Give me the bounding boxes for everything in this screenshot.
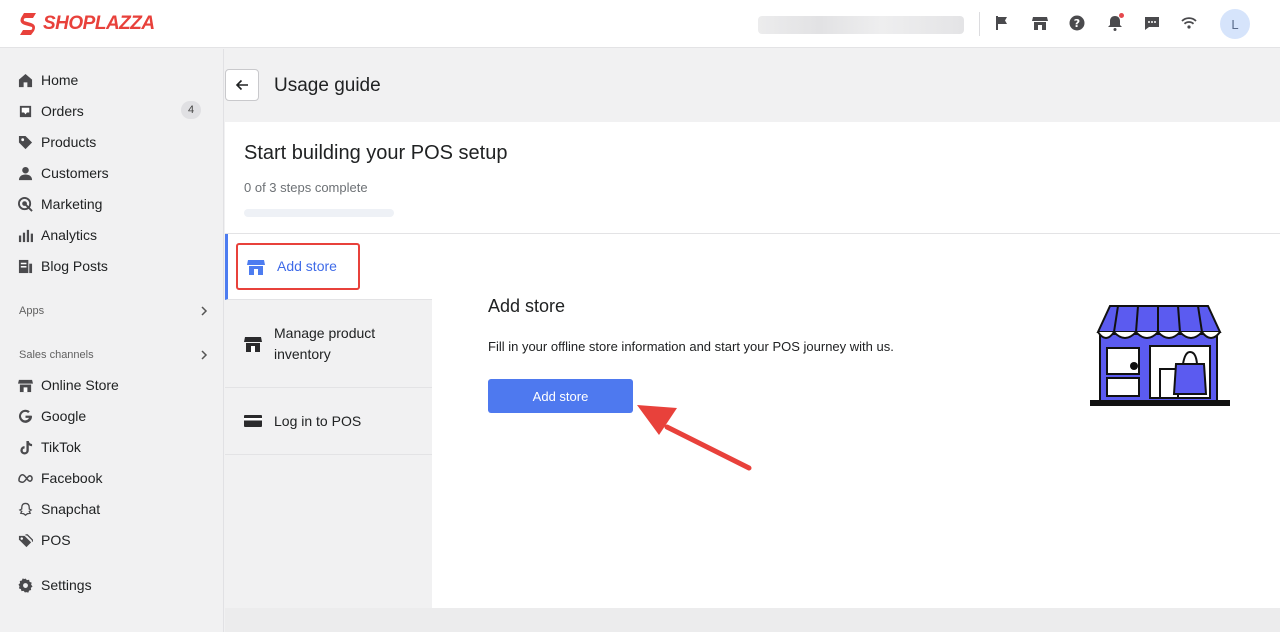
tiktok-icon bbox=[17, 439, 33, 455]
sales-channels-section-label: Sales channels bbox=[19, 349, 94, 361]
bar-chart-icon bbox=[17, 227, 33, 243]
sidebar-item-label: Home bbox=[41, 72, 79, 88]
steps-panel: Add store Manage product inventory Log i… bbox=[225, 234, 432, 608]
page-title: Usage guide bbox=[274, 75, 381, 96]
sales-channels-section[interactable]: Sales channels bbox=[19, 345, 209, 365]
card-icon bbox=[243, 411, 263, 431]
step-log-in-to-pos[interactable]: Log in to POS bbox=[225, 388, 432, 455]
page-header: Usage guide bbox=[225, 49, 1280, 122]
sidebar-item-google[interactable]: Google bbox=[8, 402, 216, 430]
sidebar-item-online-store[interactable]: Online Store bbox=[8, 371, 216, 399]
apps-section[interactable]: Apps bbox=[19, 301, 209, 321]
sidebar-item-label: Online Store bbox=[41, 377, 119, 393]
chevron-right-icon bbox=[201, 306, 208, 316]
sidebar-item-label: Orders bbox=[41, 103, 84, 119]
sidebar-item-label: POS bbox=[41, 532, 71, 548]
document-icon bbox=[17, 258, 33, 274]
shoplazza-logo-mark-icon bbox=[20, 13, 36, 35]
sidebar-item-label: Marketing bbox=[41, 196, 103, 212]
help-icon[interactable]: ? bbox=[1067, 13, 1087, 33]
storefront-icon bbox=[17, 377, 33, 393]
annotation-highlight-box bbox=[236, 243, 360, 290]
sidebar-item-label: Customers bbox=[41, 165, 109, 181]
tags-icon bbox=[17, 532, 33, 548]
chat-icon[interactable] bbox=[1142, 13, 1162, 33]
sidebar-item-products[interactable]: Products bbox=[8, 128, 216, 156]
sidebar-item-label: Settings bbox=[41, 577, 92, 593]
tag-icon bbox=[17, 134, 33, 150]
topbar-divider bbox=[979, 12, 980, 36]
sidebar-item-label: Google bbox=[41, 408, 87, 424]
home-icon bbox=[17, 72, 33, 88]
bell-icon[interactable] bbox=[1105, 13, 1125, 33]
inbox-icon bbox=[17, 103, 33, 119]
back-button[interactable] bbox=[225, 69, 259, 101]
sidebar-item-snapchat[interactable]: Snapchat bbox=[8, 495, 216, 523]
blurred-store-name bbox=[758, 16, 964, 34]
annotation-arrow bbox=[637, 405, 752, 471]
chevron-right-icon bbox=[201, 350, 208, 360]
sidebar-item-label: Analytics bbox=[41, 227, 98, 243]
ghost-icon bbox=[17, 501, 33, 517]
sidebar-item-label: TikTok bbox=[41, 439, 81, 455]
sidebar-item-label: Blog Posts bbox=[41, 258, 108, 274]
sidebar-item-orders[interactable]: Orders 4 bbox=[8, 97, 216, 125]
step-manage-product-inventory[interactable]: Manage product inventory bbox=[225, 300, 432, 388]
avatar[interactable]: L bbox=[1220, 9, 1250, 39]
step-detail-title: Add store bbox=[488, 296, 566, 316]
wifi-icon[interactable] bbox=[1179, 13, 1199, 33]
sidebar-item-settings[interactable]: Settings bbox=[8, 571, 216, 599]
google-icon bbox=[17, 408, 33, 424]
notification-dot bbox=[1119, 13, 1124, 18]
sidebar: Home Orders 4 Products Customers Marketi… bbox=[0, 49, 224, 632]
sidebar-item-facebook[interactable]: Facebook bbox=[8, 464, 216, 492]
apps-section-label: Apps bbox=[19, 305, 45, 317]
steps-progress-text: 0 of 3 steps complete bbox=[244, 180, 368, 195]
setup-title: Start building your POS setup bbox=[244, 142, 508, 164]
setup-card: Start building your POS setup 0 of 3 ste… bbox=[225, 122, 1280, 608]
add-store-button[interactable]: Add store bbox=[488, 379, 633, 413]
flag-icon[interactable] bbox=[992, 13, 1012, 33]
setup-progress-bar bbox=[244, 209, 394, 217]
store-icon[interactable] bbox=[1030, 13, 1050, 33]
sidebar-item-label: Facebook bbox=[41, 470, 103, 486]
target-icon bbox=[17, 196, 33, 212]
top-bar: SHOPLAZZA ? L bbox=[0, 0, 1280, 48]
sidebar-item-blog-posts[interactable]: Blog Posts bbox=[8, 252, 216, 280]
step-label: Log in to POS bbox=[274, 412, 362, 429]
meta-icon bbox=[17, 470, 33, 486]
bottom-strip bbox=[225, 608, 1280, 632]
store-icon bbox=[243, 334, 263, 354]
orders-count-badge: 4 bbox=[181, 101, 201, 119]
person-icon bbox=[17, 165, 33, 181]
sidebar-item-home[interactable]: Home bbox=[8, 66, 216, 94]
store-illustration bbox=[1090, 305, 1230, 406]
sidebar-item-tiktok[interactable]: TikTok bbox=[8, 433, 216, 461]
sidebar-item-analytics[interactable]: Analytics bbox=[8, 221, 216, 249]
brand-name: SHOPLAZZA bbox=[43, 13, 155, 34]
sidebar-item-label: Products bbox=[41, 134, 97, 150]
sidebar-item-pos[interactable]: POS bbox=[8, 526, 216, 554]
arrow-left-icon bbox=[235, 79, 248, 91]
gear-icon bbox=[17, 577, 33, 593]
sidebar-item-customers[interactable]: Customers bbox=[8, 159, 216, 187]
svg-text:?: ? bbox=[1074, 17, 1080, 30]
shoplazza-logo[interactable]: SHOPLAZZA bbox=[18, 11, 155, 37]
step-label: Manage product inventory bbox=[274, 324, 376, 362]
sidebar-item-label: Snapchat bbox=[41, 501, 101, 517]
step-detail-description: Fill in your offline store information a… bbox=[488, 339, 894, 354]
step-add-store[interactable]: Add store bbox=[225, 234, 432, 300]
sidebar-item-marketing[interactable]: Marketing bbox=[8, 190, 216, 218]
